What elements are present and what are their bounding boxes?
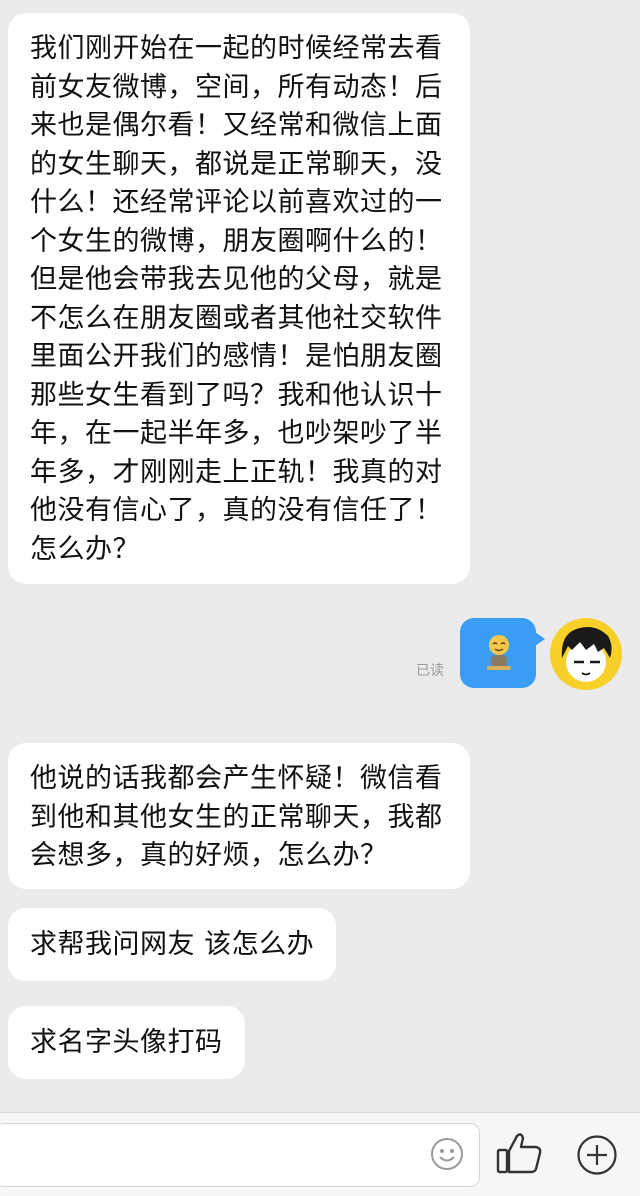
- message-input[interactable]: [0, 1123, 480, 1187]
- incoming-message[interactable]: 求名字头像打码: [8, 1006, 245, 1079]
- thumbs-up-icon[interactable]: [494, 1128, 544, 1178]
- outgoing-sticker-message[interactable]: [460, 618, 545, 688]
- message-input-bar: [0, 1112, 640, 1196]
- sticker-icon: [487, 635, 511, 670]
- incoming-message[interactable]: 求帮我问网友 该怎么办: [8, 908, 337, 981]
- emoji-icon[interactable]: [430, 1137, 464, 1171]
- user-avatar[interactable]: [550, 618, 622, 690]
- plus-icon[interactable]: [576, 1134, 618, 1176]
- avatar-face-icon: [550, 618, 622, 690]
- chat-message-list[interactable]: 我们刚开始在一起的时候经常去看前女友微博，空间，所有动态！后来也是偶尔看！又经常…: [0, 0, 640, 1112]
- incoming-message[interactable]: 我们刚开始在一起的时候经常去看前女友微博，空间，所有动态！后来也是偶尔看！又经常…: [8, 13, 470, 584]
- incoming-message[interactable]: 他说的话我都会产生怀疑！微信看到他和其他女生的正常聊天，我都会想多，真的好烦，怎…: [8, 743, 470, 889]
- read-status-label: 已读: [416, 663, 444, 679]
